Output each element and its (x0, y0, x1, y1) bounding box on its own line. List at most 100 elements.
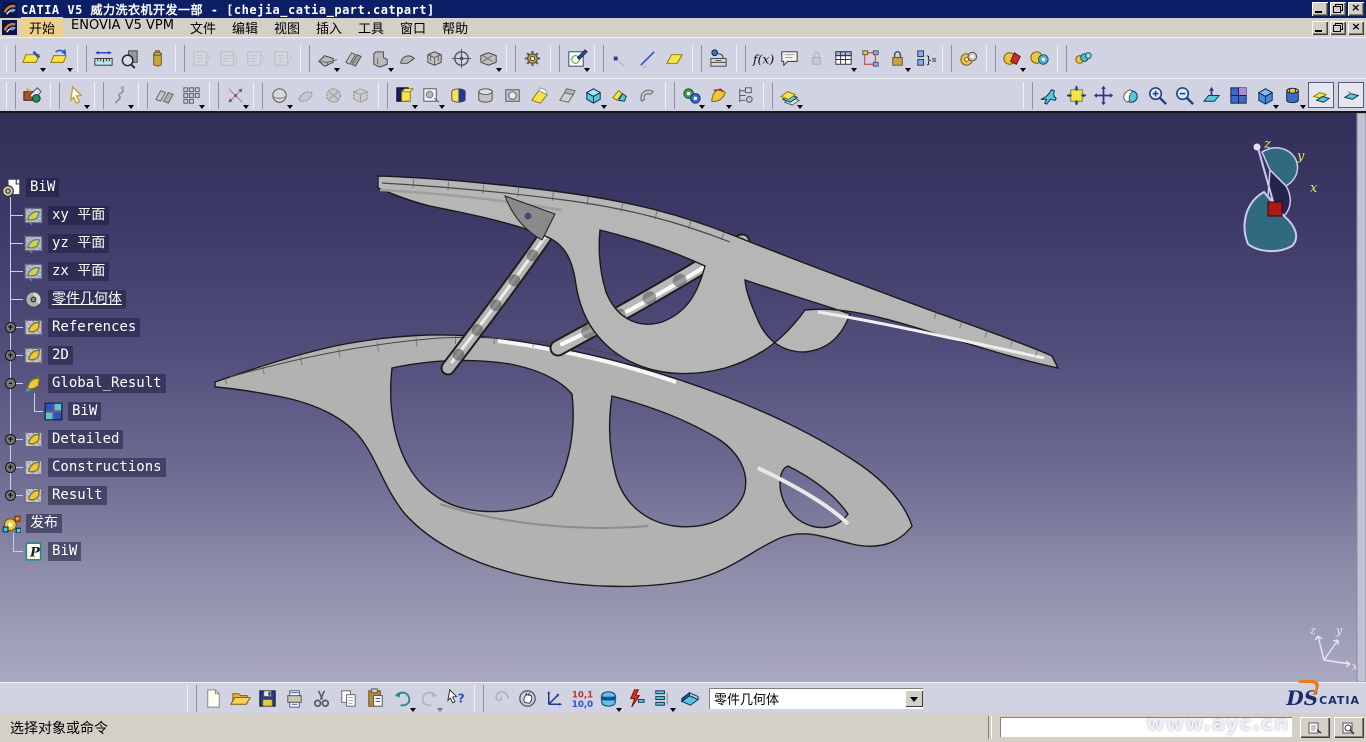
product-knowledge-template-button[interactable] (1070, 45, 1097, 72)
design-table-button[interactable] (830, 45, 857, 72)
compass[interactable]: z y x (1245, 137, 1318, 251)
multi-view-button[interactable] (1225, 82, 1252, 109)
close-button[interactable]: × (1348, 2, 1364, 16)
folder-convert-button[interactable] (46, 45, 73, 72)
tree-item-发布[interactable]: 发布 (2, 512, 62, 534)
command-input[interactable] (1000, 717, 1292, 737)
tree-expander-plus[interactable]: + (5, 490, 16, 501)
rotate-button[interactable] (1117, 82, 1144, 109)
dropdown-arrow-icon[interactable] (1300, 105, 1306, 109)
rough-offset-button[interactable] (293, 82, 320, 109)
compass-base[interactable] (1268, 202, 1282, 216)
paste-button[interactable] (362, 685, 389, 712)
box-face-tool-button[interactable] (475, 45, 502, 72)
hole-face-button[interactable] (499, 82, 526, 109)
knowledge-inspector-button[interactable] (955, 45, 982, 72)
grid-box-tool-button[interactable] (421, 45, 448, 72)
new-document-button[interactable] (200, 685, 227, 712)
slice-tool-button[interactable] (394, 45, 421, 72)
tree-expander-plus[interactable]: + (5, 434, 16, 445)
tree-expander-minus[interactable]: - (5, 378, 16, 389)
dropdown-arrow-icon[interactable] (84, 105, 90, 109)
tree-item-Detailed[interactable]: Detailed (24, 428, 123, 450)
hide-show-button[interactable] (1308, 82, 1334, 108)
tree-item-BiW[interactable]: BiW (44, 400, 101, 422)
minimize-button[interactable] (1312, 2, 1328, 16)
split-solid-button[interactable] (445, 82, 472, 109)
measure-inertia-button[interactable] (144, 45, 171, 72)
compass-knob[interactable] (1254, 144, 1261, 151)
menu-文件[interactable]: 文件 (182, 17, 224, 38)
knowledge-expert-button[interactable] (1026, 45, 1053, 72)
sticker-tool-button[interactable] (418, 82, 445, 109)
swap-visible-space-button[interactable] (1338, 82, 1364, 108)
menu-工具[interactable]: 工具 (350, 17, 392, 38)
dropdown-arrow-icon[interactable] (128, 105, 134, 109)
zoom-out-button[interactable] (1171, 82, 1198, 109)
lock-tool-button[interactable] (884, 45, 911, 72)
tree-item-BiW[interactable]: BiW (2, 176, 59, 198)
update-all-button[interactable] (622, 685, 649, 712)
point-tool-button[interactable] (607, 45, 634, 72)
structure-tree-button[interactable] (732, 82, 759, 109)
measure-between-button[interactable] (90, 45, 117, 72)
relations-button[interactable] (857, 45, 884, 72)
axis-system-button[interactable] (541, 685, 568, 712)
tree-item-Global_Result[interactable]: Global_Result (24, 372, 166, 394)
tree-item-zx-平面[interactable]: zx 平面 (24, 260, 109, 282)
tree-item-零件几何体[interactable]: 零件几何体 (24, 288, 126, 310)
dropdown-arrow-icon[interactable] (797, 105, 803, 109)
prism-surface-button[interactable] (553, 82, 580, 109)
sphere-surface-button[interactable] (266, 82, 293, 109)
manipulation-button[interactable] (514, 685, 541, 712)
send-to-button[interactable] (19, 82, 46, 109)
zoom-in-button[interactable] (1144, 82, 1171, 109)
dropdown-arrow-icon[interactable] (199, 105, 205, 109)
weld-spiral-button[interactable] (487, 685, 514, 712)
dropdown-arrow-icon[interactable] (67, 68, 73, 72)
sweep-sheet-button[interactable] (526, 82, 553, 109)
sketcher-button[interactable] (563, 45, 590, 72)
menu-视图[interactable]: 视图 (266, 17, 308, 38)
pad-tool-button[interactable] (367, 45, 394, 72)
unfold-sheet-button[interactable] (607, 82, 634, 109)
junction-planes-button[interactable] (151, 82, 178, 109)
cylinder-surface-button[interactable] (472, 82, 499, 109)
measure-item-button[interactable] (117, 45, 144, 72)
scale-transform-button[interactable] (222, 82, 249, 109)
axis-target-tool-button[interactable] (448, 45, 475, 72)
print-button[interactable] (281, 685, 308, 712)
render-style-button[interactable] (1279, 82, 1306, 109)
tree-expander-plus[interactable]: + (5, 322, 16, 333)
pan-button[interactable] (1090, 82, 1117, 109)
fly-mode-button[interactable] (1036, 82, 1063, 109)
tree-expander-plus[interactable]: + (5, 350, 16, 361)
whats-this-button[interactable]: ? (443, 685, 470, 712)
wedge-tool-button[interactable] (313, 45, 340, 72)
open-document-button[interactable] (227, 685, 254, 712)
menu-窗口[interactable]: 窗口 (392, 17, 434, 38)
tree-expander-plus[interactable]: + (5, 462, 16, 473)
normal-view-button[interactable] (1198, 82, 1225, 109)
sketch-tracer-button[interactable] (19, 45, 46, 72)
menu-插入[interactable]: 插入 (308, 17, 350, 38)
doc-close-button[interactable]: × (1348, 21, 1364, 35)
redo-button[interactable] (416, 685, 443, 712)
cut-button[interactable] (308, 685, 335, 712)
rough-cube-button[interactable] (347, 82, 374, 109)
tree-item-xy-平面[interactable]: xy 平面 (24, 204, 109, 226)
formula-button[interactable]: f(x) (749, 45, 776, 72)
isometric-view-button[interactable] (1252, 82, 1279, 109)
power-input-button-2[interactable] (1334, 717, 1364, 738)
draft-tool-2-button[interactable] (215, 45, 242, 72)
undo-button[interactable] (389, 685, 416, 712)
tree-item-2D[interactable]: 2D (24, 344, 73, 366)
copy-button[interactable] (335, 685, 362, 712)
rough-sphere-button[interactable] (320, 82, 347, 109)
gear-tool-button[interactable] (519, 45, 546, 72)
save-button[interactable] (254, 685, 281, 712)
thick-surface-button[interactable] (580, 82, 607, 109)
pattern-grid-button[interactable] (178, 82, 205, 109)
develop-surface-button[interactable] (391, 82, 418, 109)
viewport-3d[interactable]: z y x z y x BiWxy 平面yz 平面zx 平面零件几何体Refer… (0, 113, 1366, 682)
